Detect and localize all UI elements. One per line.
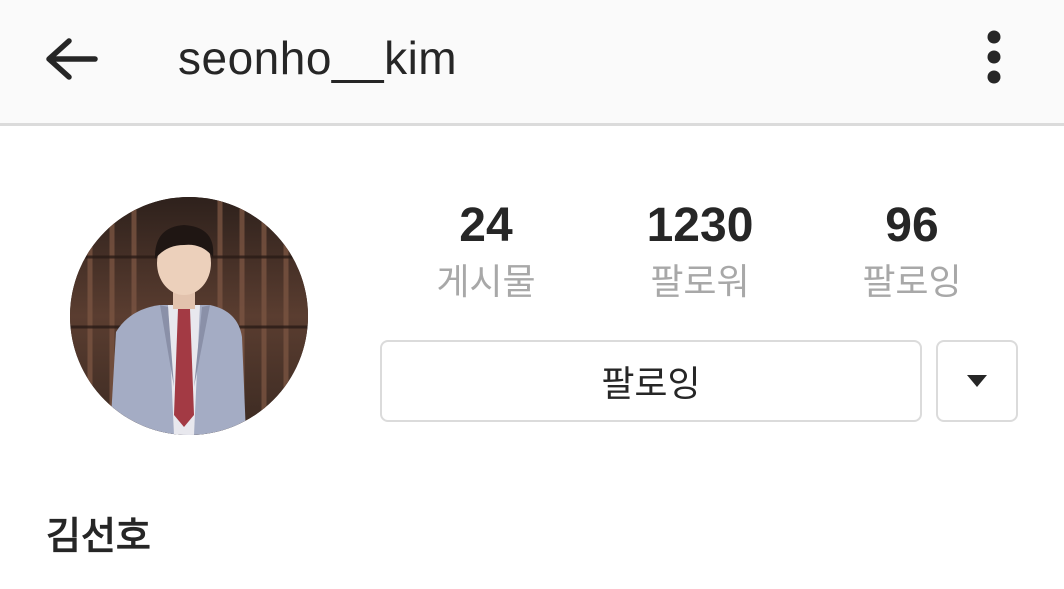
vertical-dots-icon <box>987 30 1001 84</box>
stat-posts[interactable]: 24 게시물 <box>396 196 576 308</box>
following-button-label: 팔로잉 <box>601 364 701 405</box>
following-button[interactable]: 팔로잉 <box>380 340 922 422</box>
stat-followers-count: 1230 <box>646 199 754 252</box>
profile-username: seonho__kim <box>178 32 458 84</box>
stat-followers-label: 팔로워 <box>650 262 750 303</box>
stat-posts-count: 24 <box>459 199 513 252</box>
top-app-bar: seonho__kim <box>0 0 1064 126</box>
stat-following-label: 팔로잉 <box>862 262 962 303</box>
arrow-left-icon <box>46 38 98 80</box>
avatar[interactable] <box>70 197 308 435</box>
profile-full-name: 김선호 <box>46 514 151 558</box>
back-button[interactable] <box>36 24 106 94</box>
stat-posts-label: 게시물 <box>436 262 536 303</box>
stat-followers[interactable]: 1230 팔로워 <box>610 196 790 308</box>
more-options-button[interactable] <box>966 22 1022 92</box>
stat-following[interactable]: 96 팔로잉 <box>822 196 1002 308</box>
stat-following-count: 96 <box>885 199 939 252</box>
suggestions-dropdown-button[interactable] <box>936 340 1018 422</box>
triangle-down-icon <box>967 375 987 387</box>
profile-photo <box>70 197 308 435</box>
